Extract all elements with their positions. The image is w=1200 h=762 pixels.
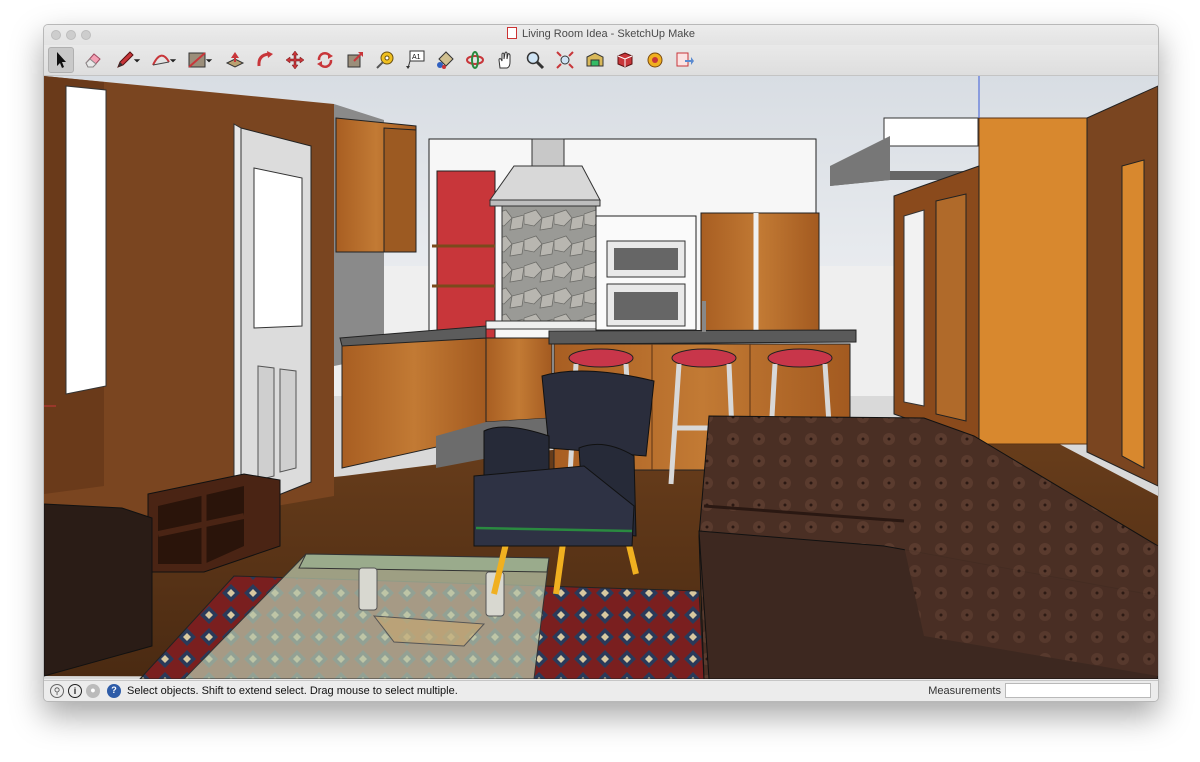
zoom-extents-tool-button[interactable] xyxy=(552,47,578,73)
living-room-model-scene xyxy=(44,76,1158,679)
stone-backsplash xyxy=(501,205,597,325)
3d-warehouse-icon xyxy=(586,52,604,67)
3d-warehouse-tool-button[interactable] xyxy=(582,47,608,73)
status-message: Select objects. Shift to extend select. … xyxy=(127,685,458,697)
extension-warehouse-icon xyxy=(617,52,633,68)
zoom-magnifier-icon xyxy=(526,51,545,70)
rotate-tool-button[interactable] xyxy=(312,47,338,73)
paint-bucket-icon xyxy=(437,51,454,69)
orbit-tool-button[interactable] xyxy=(462,47,488,73)
sketchup-window: Living Room Idea - SketchUp Make A1 ⚲ i … xyxy=(43,24,1159,702)
svg-text:A1: A1 xyxy=(412,54,421,61)
send-to-layout-tool-button[interactable] xyxy=(672,47,698,73)
chesterfield-sofa xyxy=(698,415,1158,679)
arc-tool-dropdown[interactable] xyxy=(168,47,178,73)
chevron-down-icon xyxy=(133,59,141,63)
instructor-help-icon[interactable]: ? xyxy=(107,684,121,698)
extension-warehouse-tool-button[interactable] xyxy=(612,47,638,73)
toolbar: A1 xyxy=(44,45,1158,76)
scale-tool-button[interactable] xyxy=(342,47,368,73)
geolocation-icon[interactable]: ⚲ xyxy=(50,684,64,698)
credits-info-icon[interactable]: i xyxy=(68,684,82,698)
user-account-icon[interactable]: ● xyxy=(86,684,100,698)
push-pull-tool-button[interactable] xyxy=(222,47,248,73)
text-tool-button[interactable]: A1 xyxy=(402,47,428,73)
orbit-icon xyxy=(466,51,484,69)
measurements-input[interactable] xyxy=(1005,683,1151,698)
line-tool-dropdown[interactable] xyxy=(132,47,142,73)
pan-tool-button[interactable] xyxy=(492,47,518,73)
chevron-down-icon xyxy=(205,59,213,63)
send-to-layout-icon xyxy=(676,52,694,67)
eraser-icon xyxy=(85,53,101,68)
share-model-tool-button[interactable] xyxy=(642,47,668,73)
window-title: Living Room Idea - SketchUp Make xyxy=(44,27,1158,40)
tall-pantry-cabinets xyxy=(700,212,820,332)
door-frame xyxy=(233,123,242,513)
select-tool-button[interactable] xyxy=(48,47,74,73)
follow-me-icon xyxy=(257,51,273,67)
hallway-doorway xyxy=(903,209,925,407)
text-label-icon: A1 xyxy=(406,50,425,69)
push-pull-icon xyxy=(225,52,245,68)
upper-cabinet-door xyxy=(383,127,417,253)
tape-measure-icon xyxy=(376,51,394,69)
select-arrow-icon xyxy=(57,52,66,68)
hallway-door xyxy=(935,193,967,422)
left-window xyxy=(65,85,107,395)
model-viewport[interactable] xyxy=(44,76,1158,679)
door-window xyxy=(253,167,303,329)
cooktop xyxy=(485,320,599,330)
document-icon xyxy=(506,27,517,39)
pan-hand-icon xyxy=(498,51,511,69)
tape-measure-tool-button[interactable] xyxy=(372,47,398,73)
title-bar: Living Room Idea - SketchUp Make xyxy=(44,25,1158,45)
zoom-tool-button[interactable] xyxy=(522,47,548,73)
far-right-door xyxy=(1121,159,1145,469)
right-wood-wall xyxy=(978,117,1088,445)
tv-console xyxy=(44,503,153,677)
chevron-down-icon xyxy=(169,59,177,63)
paint-bucket-tool-button[interactable] xyxy=(432,47,458,73)
zoom-extents-icon xyxy=(556,51,574,69)
range-hood-chimney xyxy=(531,138,565,167)
move-tool-button[interactable] xyxy=(282,47,308,73)
red-accent-panel xyxy=(436,170,496,340)
move-icon xyxy=(285,50,305,70)
share-model-icon xyxy=(647,52,663,68)
status-bar: ⚲ i ● ? Select objects. Shift to extend … xyxy=(44,680,1158,701)
follow-me-tool-button[interactable] xyxy=(252,47,278,73)
eraser-tool-button[interactable] xyxy=(80,47,106,73)
window-title-text: Living Room Idea - SketchUp Make xyxy=(521,28,696,40)
measurements-label: Measurements xyxy=(928,685,1001,697)
scale-icon xyxy=(347,52,363,68)
rotate-icon xyxy=(317,52,333,68)
island-countertop xyxy=(548,329,857,345)
rectangle-tool-dropdown[interactable] xyxy=(204,47,214,73)
